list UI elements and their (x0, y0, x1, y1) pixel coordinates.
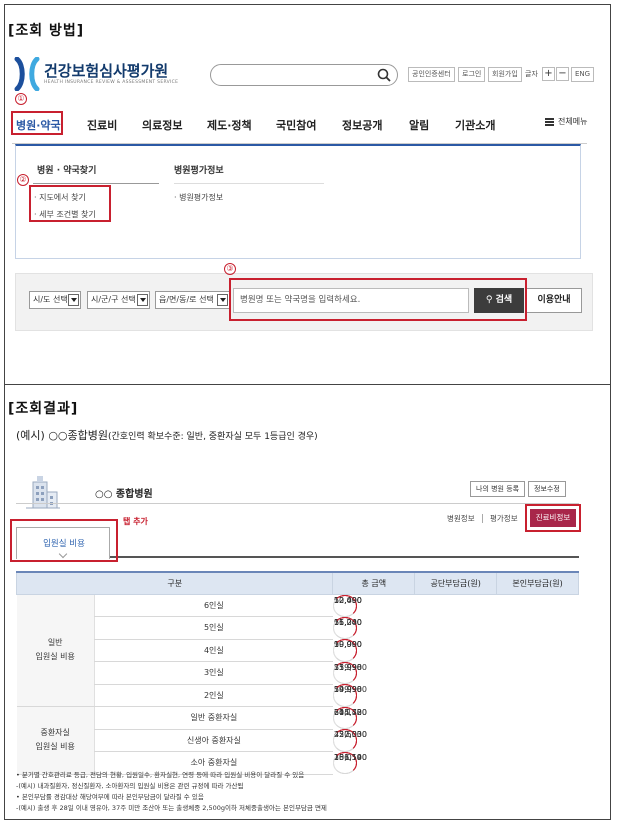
cert-center-link[interactable]: 공인인증센터 (408, 67, 455, 82)
step-1-highlight (11, 111, 63, 135)
dropdown-eval-title: 병원평가정보 (174, 166, 224, 176)
font-size-label: 글자 (525, 70, 538, 78)
edit-info-button[interactable]: 정보수정 (528, 481, 566, 497)
row-label: 신생아 중환자실 (93, 729, 333, 752)
sido-select-value: 시/도 선택 (33, 295, 68, 304)
cell-self: 19,990 (332, 639, 362, 662)
hira-logo-icon (14, 57, 40, 91)
hospital-building-icon (26, 476, 60, 509)
sigungu-select-value: 시/군/구 선택 (91, 295, 136, 304)
site-logo[interactable]: 건강보험심사평가원 HEALTH INSURANCE REVIEW & ASSE… (14, 57, 204, 93)
search-icon[interactable] (377, 68, 391, 82)
cell-self: 59,990 (332, 684, 362, 707)
signup-link[interactable]: 회원가입 (488, 67, 522, 82)
row-group-label: 일반 입원실 비용 (16, 594, 95, 707)
col-header-public: 공단부담금(원) (414, 571, 498, 595)
col-header-total: 총 금액 (332, 571, 416, 595)
evaluation-info-link[interactable]: 평가정보 (490, 513, 518, 524)
nav-notice[interactable]: 알림 (409, 117, 429, 133)
nav-participation[interactable]: 국민참여 (276, 117, 316, 133)
table-row: 일반 입원실 비용 6인실 62,490 50,000 12,490 (16, 594, 579, 707)
row-group-label: 중환자실 입원실 비용 (16, 706, 95, 775)
dong-select-value: 읍/면/동/로 선택 (159, 295, 214, 304)
tab-underline (110, 556, 579, 558)
note-line: • 분기별 간호관리료 등급, 전담의 현황, 입원일수, 환자실현, 연령 등… (16, 771, 305, 779)
dong-select[interactable]: 읍/면/동/로 선택 (155, 291, 230, 309)
cell-self: 15,050 (332, 751, 362, 774)
note-line: -(예시) 내과질환자, 정신질환자, 소아환자의 입원실 비용은 관련 규정에… (16, 782, 244, 790)
login-link[interactable]: 로그인 (458, 67, 486, 82)
hospital-info-link[interactable]: 병원정보 (447, 513, 475, 524)
global-search-input[interactable] (210, 64, 398, 86)
dropdown-find-title: 병원 · 약국찾기 (37, 166, 97, 176)
step-3-highlight (229, 278, 527, 321)
site-name: 건강보험심사평가원 (44, 62, 169, 80)
room-tab-highlight (10, 519, 118, 562)
cell-self: 16,240 (332, 616, 362, 639)
row-label: 6인실 (93, 594, 333, 617)
sigungu-select[interactable]: 시/군/구 선택 (87, 291, 150, 309)
table-body: 일반 입원실 비용 6인실 62,490 50,000 12,490 5인실 81,240 6… (16, 594, 579, 775)
step-2-marker: ② (17, 174, 29, 186)
row-label: 5인실 (93, 616, 333, 640)
cell-self: 22,500 (332, 729, 362, 752)
example-caption: (예시) ○○종합병원(간호인력 확보수준: 일반, 중환자실 모두 1등급인 … (16, 427, 318, 443)
all-menu-label: 전체메뉴 (558, 117, 588, 126)
method-section-title: [조회 방법] (8, 23, 85, 39)
note-line: -(예시) 출생 후 28일 이내 영유아, 37주 미만 조산아 또는 출생체… (16, 804, 327, 812)
col-header-category: 구분 (15, 571, 334, 595)
cell-self: 12,490 (332, 594, 362, 617)
step-3-marker: ③ (224, 263, 236, 275)
step-1-marker: ① (15, 93, 27, 105)
usage-guide-button[interactable]: 이용안내 (526, 288, 582, 313)
nav-disclosure[interactable]: 정보공개 (342, 117, 382, 133)
example-sub: (간호인력 확보수준: 일반, 중환자실 모두 1등급인 경우) (108, 432, 318, 442)
hamburger-icon (545, 117, 554, 126)
table-row: 4인실 99,990 80,000 19,990 (17, 639, 579, 662)
nav-about[interactable]: 기관소개 (455, 117, 495, 133)
dropdown-col2-underline (174, 183, 324, 184)
note-line: • 본인부담률 경감대상 해당여부에 따라 본인부담금이 달라질 수 있음 (16, 793, 204, 801)
eng-link[interactable]: ENG (571, 67, 595, 82)
col-header-self: 본인부담금(원) (496, 571, 579, 595)
link-separator (482, 514, 483, 523)
cost-tab-highlight (525, 504, 581, 532)
nav-medical-info[interactable]: 의료정보 (142, 117, 182, 133)
chevron-down-icon (137, 294, 148, 306)
register-my-hospital-button[interactable]: 나의 병원 등록 (470, 481, 526, 497)
row-label: 3인실 (93, 661, 333, 685)
row-label: 일반 중환자실 (93, 706, 333, 730)
room-cost-table: 구분 총 금액 공단부담금(원) 본인부담금(원) 일반 입원실 비용 6인실 62… (15, 571, 579, 775)
cell-self: 35,990 (332, 661, 362, 684)
table-row: 3인실 119,980 83,990 35,990 (17, 661, 579, 685)
chevron-down-icon (217, 294, 228, 306)
nav-policy[interactable]: 제도·정책 (207, 117, 252, 133)
table-row: 중환자실 입원실 비용 일반 중환자실 305,720 244,580 61,140 (16, 706, 579, 775)
sido-select[interactable]: 시/도 선택 (29, 291, 81, 309)
font-increase-button[interactable]: + (542, 67, 555, 81)
table-row: 2인실 149,980 89,990 59,990 (17, 684, 579, 707)
main-nav: 병원·약국 진료비 의료정보 제도·정책 국민참여 정보공개 알림 기관소개 (12, 108, 587, 144)
table-header-row: 구분 총 금액 공단부담금(원) 본인부담금(원) (15, 571, 579, 595)
row-label: 2인실 (93, 684, 333, 707)
chevron-down-icon (68, 294, 79, 306)
table-row: 신생아 중환자실 450,030 427,530 22,500 (17, 729, 579, 752)
table-row: 5인실 81,240 65,000 16,240 (17, 616, 579, 640)
example-main: (예시) ○○종합병원 (16, 429, 108, 442)
dropdown-col1-underline (33, 183, 159, 184)
hospital-eval-link[interactable]: · 병원평가정보 (174, 192, 223, 203)
header-rule (16, 503, 579, 504)
hospital-name: ○○ 종합병원 (95, 489, 153, 500)
section-divider (4, 384, 611, 385)
all-menu-button[interactable]: 전체메뉴 (545, 116, 587, 127)
step-2-highlight (29, 185, 111, 222)
result-section-title: [조회결과] (8, 401, 79, 417)
site-subtitle: HEALTH INSURANCE REVIEW & ASSESSMENT SER… (44, 80, 179, 85)
row-label: 4인실 (93, 639, 333, 662)
cell-self: 61,140 (332, 706, 362, 729)
font-decrease-button[interactable]: − (556, 67, 569, 81)
tab-add-note: 탭 추가 (123, 517, 148, 526)
nav-medical-fee[interactable]: 진료비 (87, 117, 117, 133)
